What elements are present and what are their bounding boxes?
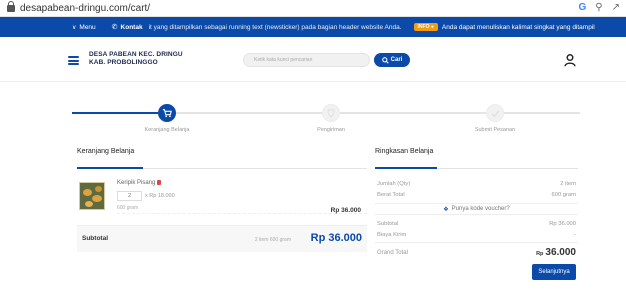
shipping-cost-value: - [574, 231, 576, 238]
product-name-label: Keripik Pisang [117, 180, 156, 187]
cart-subtotal-row: Subtotal 2 item 600 gram Rp 36.000 [77, 226, 367, 252]
phone-icon: ✆ [111, 24, 118, 31]
check-icon [491, 109, 499, 117]
chevron-down-icon: ∨ [72, 24, 77, 31]
share-icon[interactable]: ↗ [612, 2, 620, 13]
search-button-label: Cari [390, 57, 403, 63]
running-text-2: INFO ● Anda dapat menuliskan kalimat sing… [413, 23, 595, 31]
summary-title-label: Ringkasan Belanja [375, 148, 434, 155]
weight-value: 600 gram [551, 191, 577, 198]
search-input[interactable]: Ketik kata kunci pencarian [243, 53, 370, 67]
summary-weight-row: Berat Total 600 gram [375, 189, 578, 200]
summary-subtotal-value: Rp 36.000 [549, 220, 576, 227]
info-badge: INFO ● [413, 23, 438, 31]
search-button[interactable]: Cari [374, 53, 410, 67]
weight-label: Berat Total [377, 191, 405, 198]
product-name[interactable]: Keripik Pisang [117, 180, 162, 187]
menu-label: Menu [79, 23, 96, 31]
site-brand[interactable]: DESA PABEAN KEC. DRINGU KAB. PROBOLINGGO [89, 51, 183, 67]
step-cart-circle [158, 104, 176, 122]
step-shipping-circle [322, 104, 340, 122]
item-weight: 600 gram [117, 205, 139, 211]
running-text: it yang ditampilkan sebagai running text… [148, 23, 402, 31]
summary-title: Ringkasan Belanja [375, 148, 578, 169]
qty-value: 2 item [560, 180, 576, 187]
google-icon[interactable]: G [579, 2, 587, 13]
step-shipping-label: Pengiriman [317, 127, 345, 133]
product-thumbnail[interactable] [79, 182, 105, 210]
tag-icon: ❖ [443, 206, 449, 213]
voucher-link[interactable]: ❖ Punya kode voucher? [375, 203, 578, 215]
quantity-input[interactable]: 2 [117, 191, 142, 201]
brand-line-1: DESA PABEAN KEC. DRINGU [89, 51, 183, 58]
search-icon [381, 56, 389, 64]
browser-url[interactable]: desapabean-dringu.com/cart/ [20, 3, 150, 14]
summary-subtotal-row: Subtotal Rp 36.000 [375, 218, 578, 229]
item-total: Rp 36.000 [330, 207, 361, 214]
step-cart-label: Keranjang Belanja [144, 127, 190, 133]
shipping-cost-label: Biaya Kirim [377, 231, 407, 238]
voucher-label: Punya kode voucher? [451, 206, 510, 212]
summary-panel: Ringkasan Belanja Jumlah (Qty) 2 item Be… [375, 148, 578, 280]
cart-title: Keranjang Belanja [77, 148, 367, 169]
unit-price: x Rp 18.000 [145, 193, 175, 199]
browser-actions: G ⚲ ↗ [579, 2, 621, 13]
hamburger-menu-icon[interactable] [68, 56, 79, 65]
zoom-icon[interactable]: ⚲ [595, 2, 602, 13]
trash-icon[interactable] [157, 180, 162, 185]
grand-total-row: Grand Total Rp 36.000 [375, 242, 578, 262]
lock-icon [7, 1, 15, 12]
step-submit-circle [486, 104, 504, 122]
summary-qty-row: Jumlah (Qty) 2 item [375, 178, 578, 189]
running-text-2-label: Anda dapat menuliskan kalimat singkat ya… [441, 23, 595, 31]
next-button[interactable]: Selanjutnya [532, 264, 576, 280]
site-header: DESA PABEAN KEC. DRINGU KAB. PROBOLINGGO… [0, 37, 626, 82]
browser-address-bar[interactable]: desapabean-dringu.com/cart/ G ⚲ ↗ [0, 0, 626, 17]
grand-total-label: Grand Total [377, 249, 408, 256]
subtotal-label: Subtotal [82, 235, 108, 242]
step-submit-label: Submit Pesanan [474, 127, 516, 133]
location-pin-icon [327, 108, 335, 118]
qty-label: Jumlah (Qty) [377, 180, 411, 187]
kontak-label: Kontak [120, 23, 143, 31]
summary-subtotal-label: Subtotal [377, 220, 399, 227]
cart-item: Keripik Pisang 2 x Rp 18.000 600 gram Rp… [77, 169, 367, 226]
subtotal-meta: 2 item 600 gram [254, 237, 291, 243]
user-icon[interactable] [563, 53, 577, 67]
menu-link[interactable]: ∨ Menu [72, 24, 96, 31]
brand-line-2: KAB. PROBOLINGGO [89, 59, 158, 66]
cart-icon [162, 109, 172, 118]
summary-shipping-row: Biaya Kirim - [375, 229, 578, 240]
grand-total-currency: Rp [536, 251, 544, 257]
cart-panel: Keranjang Belanja Keripik Pisang 2 x Rp … [77, 148, 367, 252]
subtotal-value: Rp 36.000 [310, 232, 362, 244]
grand-total-amount: 36.000 [545, 247, 576, 258]
grand-total-value: Rp 36.000 [536, 247, 576, 258]
top-info-strip: ∨ Menu ✆ Kontak it yang ditampilkan sebaga… [0, 17, 626, 37]
checkout-steps: Keranjang Belanja Pengiriman Submit Pesa… [72, 104, 580, 144]
kontak-link[interactable]: ✆ Kontak [111, 23, 143, 32]
cart-title-label: Keranjang Belanja [77, 148, 135, 155]
